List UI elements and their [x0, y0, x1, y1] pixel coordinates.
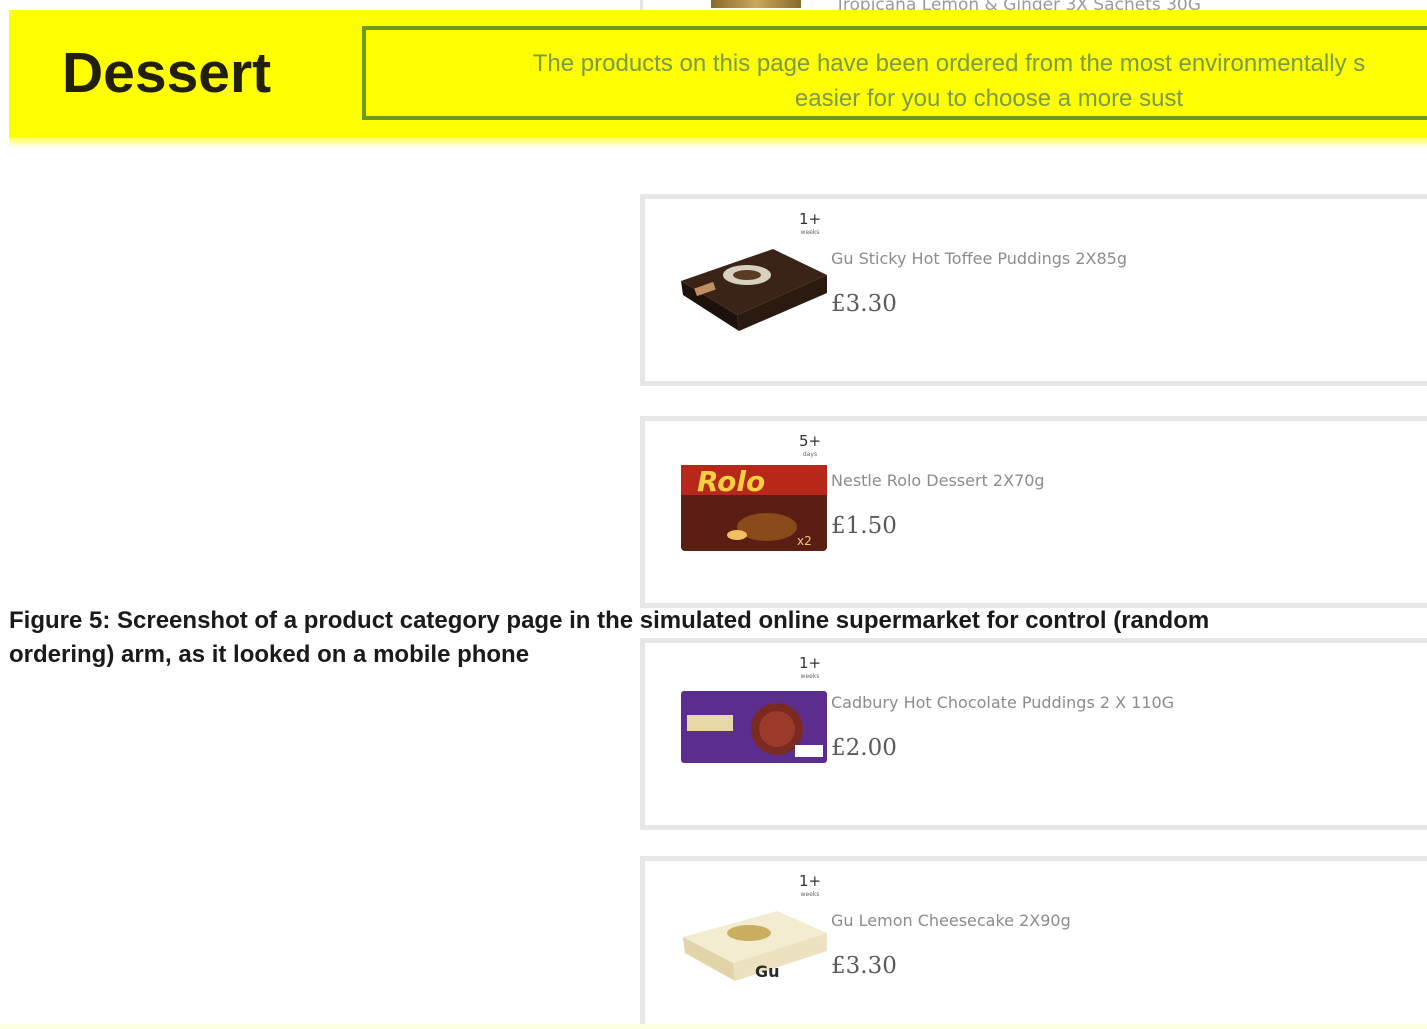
product-name[interactable]: Cadbury Hot Chocolate Puddings 2 X 110G — [831, 693, 1174, 712]
badge-number: 1+ — [798, 872, 822, 890]
figure-caption: Figure 5: Screenshot of a product catego… — [9, 607, 1210, 668]
product-image — [711, 0, 801, 8]
svg-text:x2: x2 — [797, 534, 812, 548]
product-card[interactable]: 1+ weeks Gu Gu Lemon Cheesecake 2X90g £3… — [640, 856, 1427, 1029]
product-name[interactable]: Gu Lemon Cheesecake 2X90g — [831, 911, 1071, 930]
badge-number: 5+ — [798, 432, 822, 450]
product-image[interactable] — [677, 235, 827, 331]
product-price: £2.00 — [831, 735, 897, 761]
product-image[interactable]: Gu — [677, 897, 827, 993]
product-price: £1.50 — [831, 513, 897, 539]
page-title: Dessert — [62, 41, 272, 105]
page: Tropicana Lemon & Ginger 3X Sachets 30G … — [0, 0, 1427, 1029]
bottom-edge — [0, 1024, 1427, 1029]
svg-text:Rolo: Rolo — [697, 465, 765, 498]
notice-line-1: The products on this page have been orde… — [532, 50, 1366, 77]
product-card[interactable]: 1+ weeks Gu Sticky Hot Toffee Puddings 2… — [640, 194, 1427, 386]
sustainability-notice: The products on this page have been orde… — [362, 26, 1427, 120]
product-image[interactable]: Rolo x2 — [677, 457, 827, 553]
product-name[interactable]: Nestle Rolo Dessert 2X70g — [831, 471, 1045, 490]
product-price: £3.30 — [831, 953, 897, 979]
product-image[interactable] — [677, 679, 827, 775]
notice-line-2: easier for you to choose a more sust — [794, 85, 1184, 112]
product-card[interactable]: 5+ days Rolo x2 Nestle Rolo Dessert 2X70… — [640, 416, 1427, 608]
notice-text: The products on this page have been orde… — [384, 46, 1427, 116]
badge-number: 1+ — [798, 210, 822, 228]
svg-text:Gu: Gu — [755, 962, 780, 981]
product-price: £3.30 — [831, 291, 897, 317]
product-name[interactable]: Gu Sticky Hot Toffee Puddings 2X85g — [831, 249, 1127, 268]
header-shadow — [9, 138, 1427, 148]
